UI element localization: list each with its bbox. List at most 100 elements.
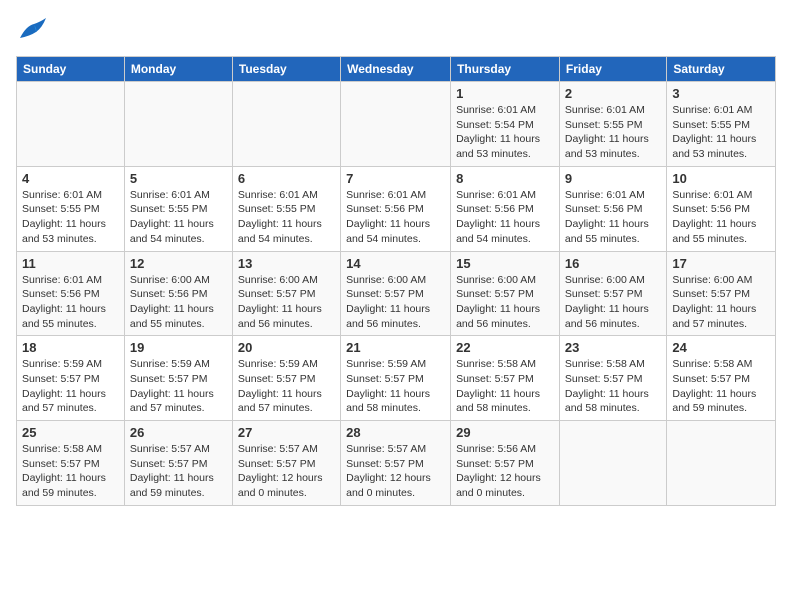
day-number: 19 — [130, 340, 227, 355]
calendar-cell: 1 Sunrise: 6:01 AM Sunset: 5:54 PM Daylig… — [451, 82, 560, 167]
day-info: Sunrise: 5:59 AM Sunset: 5:57 PM Dayligh… — [346, 357, 445, 416]
day-info: Sunrise: 6:01 AM Sunset: 5:55 PM Dayligh… — [672, 103, 770, 162]
calendar-cell — [559, 421, 666, 506]
calendar-cell: 27 Sunrise: 5:57 AM Sunset: 5:57 PM Dayli… — [232, 421, 340, 506]
day-number: 1 — [456, 86, 554, 101]
day-number: 21 — [346, 340, 445, 355]
day-info: Sunrise: 6:01 AM Sunset: 5:56 PM Dayligh… — [456, 188, 554, 247]
week-row-1: 1 Sunrise: 6:01 AM Sunset: 5:54 PM Daylig… — [17, 82, 776, 167]
calendar-cell: 8 Sunrise: 6:01 AM Sunset: 5:56 PM Daylig… — [451, 166, 560, 251]
calendar-cell: 14 Sunrise: 6:00 AM Sunset: 5:57 PM Dayli… — [341, 251, 451, 336]
day-number: 9 — [565, 171, 661, 186]
day-info: Sunrise: 5:58 AM Sunset: 5:57 PM Dayligh… — [672, 357, 770, 416]
day-info: Sunrise: 6:00 AM Sunset: 5:57 PM Dayligh… — [672, 273, 770, 332]
calendar-cell: 7 Sunrise: 6:01 AM Sunset: 5:56 PM Daylig… — [341, 166, 451, 251]
day-number: 28 — [346, 425, 445, 440]
header-row: SundayMondayTuesdayWednesdayThursdayFrid… — [17, 57, 776, 82]
day-number: 8 — [456, 171, 554, 186]
day-info: Sunrise: 5:57 AM Sunset: 5:57 PM Dayligh… — [346, 442, 445, 501]
calendar-cell: 9 Sunrise: 6:01 AM Sunset: 5:56 PM Daylig… — [559, 166, 666, 251]
calendar-cell: 19 Sunrise: 5:59 AM Sunset: 5:57 PM Dayli… — [124, 336, 232, 421]
day-info: Sunrise: 6:00 AM Sunset: 5:57 PM Dayligh… — [565, 273, 661, 332]
day-info: Sunrise: 6:01 AM Sunset: 5:56 PM Dayligh… — [672, 188, 770, 247]
calendar-cell: 25 Sunrise: 5:58 AM Sunset: 5:57 PM Dayli… — [17, 421, 125, 506]
col-header-wednesday: Wednesday — [341, 57, 451, 82]
day-number: 7 — [346, 171, 445, 186]
col-header-tuesday: Tuesday — [232, 57, 340, 82]
calendar-cell: 22 Sunrise: 5:58 AM Sunset: 5:57 PM Dayli… — [451, 336, 560, 421]
day-number: 3 — [672, 86, 770, 101]
calendar-cell: 2 Sunrise: 6:01 AM Sunset: 5:55 PM Daylig… — [559, 82, 666, 167]
page-header — [16, 16, 776, 44]
day-info: Sunrise: 5:59 AM Sunset: 5:57 PM Dayligh… — [130, 357, 227, 416]
col-header-friday: Friday — [559, 57, 666, 82]
day-info: Sunrise: 6:00 AM Sunset: 5:57 PM Dayligh… — [346, 273, 445, 332]
day-number: 11 — [22, 256, 119, 271]
day-number: 16 — [565, 256, 661, 271]
day-number: 15 — [456, 256, 554, 271]
calendar-cell — [232, 82, 340, 167]
day-info: Sunrise: 5:56 AM Sunset: 5:57 PM Dayligh… — [456, 442, 554, 501]
calendar-cell: 3 Sunrise: 6:01 AM Sunset: 5:55 PM Daylig… — [667, 82, 776, 167]
week-row-2: 4 Sunrise: 6:01 AM Sunset: 5:55 PM Daylig… — [17, 166, 776, 251]
calendar-cell: 6Sunrise: 6:01 AM Sunset: 5:55 PM Daylig… — [232, 166, 340, 251]
calendar-cell: 23Sunrise: 5:58 AM Sunset: 5:57 PM Dayli… — [559, 336, 666, 421]
day-info: Sunrise: 6:01 AM Sunset: 5:55 PM Dayligh… — [130, 188, 227, 247]
day-number: 2 — [565, 86, 661, 101]
day-number: 29 — [456, 425, 554, 440]
day-info: Sunrise: 5:58 AM Sunset: 5:57 PM Dayligh… — [456, 357, 554, 416]
calendar-cell: 26Sunrise: 5:57 AM Sunset: 5:57 PM Dayli… — [124, 421, 232, 506]
day-info: Sunrise: 6:01 AM Sunset: 5:55 PM Dayligh… — [565, 103, 661, 162]
day-info: Sunrise: 6:00 AM Sunset: 5:57 PM Dayligh… — [238, 273, 335, 332]
day-number: 10 — [672, 171, 770, 186]
day-info: Sunrise: 6:01 AM Sunset: 5:55 PM Dayligh… — [238, 188, 335, 247]
col-header-sunday: Sunday — [17, 57, 125, 82]
day-number: 27 — [238, 425, 335, 440]
logo — [16, 16, 52, 44]
calendar-cell: 5 Sunrise: 6:01 AM Sunset: 5:55 PM Daylig… — [124, 166, 232, 251]
calendar-cell: 4 Sunrise: 6:01 AM Sunset: 5:55 PM Daylig… — [17, 166, 125, 251]
day-info: Sunrise: 6:01 AM Sunset: 5:55 PM Dayligh… — [22, 188, 119, 247]
day-number: 5 — [130, 171, 227, 186]
day-info: Sunrise: 5:57 AM Sunset: 5:57 PM Dayligh… — [238, 442, 335, 501]
day-number: 18 — [22, 340, 119, 355]
calendar-cell: 17 Sunrise: 6:00 AM Sunset: 5:57 PM Dayli… — [667, 251, 776, 336]
day-number: 25 — [22, 425, 119, 440]
day-info: Sunrise: 6:00 AM Sunset: 5:56 PM Dayligh… — [130, 273, 227, 332]
col-header-monday: Monday — [124, 57, 232, 82]
day-number: 24 — [672, 340, 770, 355]
calendar-cell — [667, 421, 776, 506]
day-info: Sunrise: 5:59 AM Sunset: 5:57 PM Dayligh… — [238, 357, 335, 416]
day-number: 22 — [456, 340, 554, 355]
day-number: 4 — [22, 171, 119, 186]
week-row-3: 11Sunrise: 6:01 AM Sunset: 5:56 PM Dayli… — [17, 251, 776, 336]
day-number: 17 — [672, 256, 770, 271]
day-info: Sunrise: 5:59 AM Sunset: 5:57 PM Dayligh… — [22, 357, 119, 416]
logo-bird-icon — [16, 16, 48, 44]
calendar-table: SundayMondayTuesdayWednesdayThursdayFrid… — [16, 56, 776, 506]
day-info: Sunrise: 6:01 AM Sunset: 5:56 PM Dayligh… — [565, 188, 661, 247]
day-number: 13 — [238, 256, 335, 271]
calendar-cell — [124, 82, 232, 167]
calendar-cell: 12Sunrise: 6:00 AM Sunset: 5:56 PM Dayli… — [124, 251, 232, 336]
calendar-cell: 21 Sunrise: 5:59 AM Sunset: 5:57 PM Dayli… — [341, 336, 451, 421]
calendar-cell: 29 Sunrise: 5:56 AM Sunset: 5:57 PM Dayli… — [451, 421, 560, 506]
calendar-cell: 18 Sunrise: 5:59 AM Sunset: 5:57 PM Dayli… — [17, 336, 125, 421]
week-row-4: 18 Sunrise: 5:59 AM Sunset: 5:57 PM Dayli… — [17, 336, 776, 421]
calendar-cell: 10 Sunrise: 6:01 AM Sunset: 5:56 PM Dayli… — [667, 166, 776, 251]
calendar-cell: 20 Sunrise: 5:59 AM Sunset: 5:57 PM Dayli… — [232, 336, 340, 421]
day-info: Sunrise: 6:00 AM Sunset: 5:57 PM Dayligh… — [456, 273, 554, 332]
day-info: Sunrise: 6:01 AM Sunset: 5:54 PM Dayligh… — [456, 103, 554, 162]
day-info: Sunrise: 5:58 AM Sunset: 5:57 PM Dayligh… — [565, 357, 661, 416]
calendar-cell: 28 Sunrise: 5:57 AM Sunset: 5:57 PM Dayli… — [341, 421, 451, 506]
calendar-cell: 11Sunrise: 6:01 AM Sunset: 5:56 PM Dayli… — [17, 251, 125, 336]
col-header-saturday: Saturday — [667, 57, 776, 82]
day-number: 26 — [130, 425, 227, 440]
day-info: Sunrise: 5:58 AM Sunset: 5:57 PM Dayligh… — [22, 442, 119, 501]
day-info: Sunrise: 6:01 AM Sunset: 5:56 PM Dayligh… — [346, 188, 445, 247]
week-row-5: 25 Sunrise: 5:58 AM Sunset: 5:57 PM Dayli… — [17, 421, 776, 506]
calendar-cell: 24 Sunrise: 5:58 AM Sunset: 5:57 PM Dayli… — [667, 336, 776, 421]
calendar-cell — [341, 82, 451, 167]
day-number: 14 — [346, 256, 445, 271]
day-number: 20 — [238, 340, 335, 355]
